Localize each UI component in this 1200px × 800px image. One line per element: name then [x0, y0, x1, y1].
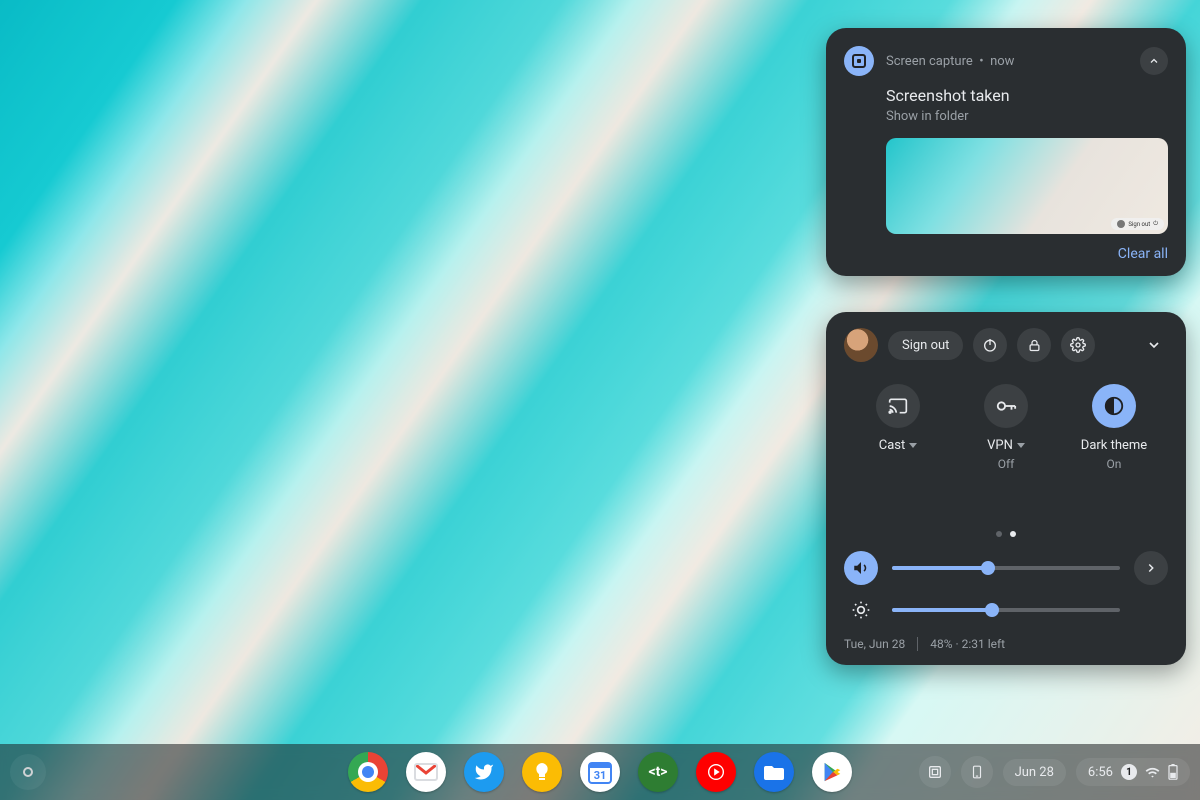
thumbnail-mini-tray: Sign out⏻: [1111, 218, 1164, 230]
brightness-slider[interactable]: [892, 608, 1120, 612]
wifi-icon: [1145, 765, 1160, 780]
quick-settings-panel: Sign out Cast VPN Off: [826, 312, 1186, 665]
play-store-icon[interactable]: [812, 752, 852, 792]
battery-icon: [1168, 764, 1178, 780]
screenshot-thumbnail[interactable]: Sign out⏻: [886, 138, 1168, 234]
qs-battery: 48% · 2:31 left: [930, 637, 1005, 651]
volume-row: [844, 551, 1168, 585]
chrome-icon[interactable]: [348, 752, 388, 792]
svg-text:31: 31: [594, 769, 607, 782]
expand-button[interactable]: [1140, 331, 1168, 359]
qs-date: Tue, Jun 28: [844, 637, 905, 651]
brightness-icon: [844, 593, 878, 627]
tray-time: 6:56: [1088, 765, 1113, 780]
cast-icon: [876, 384, 920, 428]
dark-theme-icon: [1092, 384, 1136, 428]
cast-tile[interactable]: Cast: [848, 384, 948, 471]
dot-separator: •: [979, 54, 983, 69]
code-icon[interactable]: <t>: [638, 752, 678, 792]
notification-source: Screen capture: [886, 54, 973, 69]
calendar-icon[interactable]: 31: [580, 752, 620, 792]
youtube-music-icon[interactable]: [696, 752, 736, 792]
dark-theme-label: Dark theme: [1081, 438, 1147, 453]
caret-icon: [909, 443, 917, 448]
phone-hub-button[interactable]: [961, 756, 993, 788]
vpn-tile[interactable]: VPN Off: [956, 384, 1056, 471]
pager-dot[interactable]: [996, 531, 1002, 537]
files-icon[interactable]: [754, 752, 794, 792]
audio-settings-button[interactable]: [1134, 551, 1168, 585]
volume-slider[interactable]: [892, 566, 1120, 570]
shelf-tray: Jun 28 6:56 1: [919, 756, 1190, 788]
launcher-icon: [23, 767, 33, 777]
lock-button[interactable]: [1017, 328, 1051, 362]
user-avatar[interactable]: [844, 328, 878, 362]
settings-button[interactable]: [1061, 328, 1095, 362]
sign-out-button[interactable]: Sign out: [888, 331, 963, 360]
pager-dot-active[interactable]: [1010, 531, 1016, 537]
vpn-icon: [984, 384, 1028, 428]
clear-all-button[interactable]: Clear all: [844, 246, 1168, 262]
dark-theme-sub: On: [1064, 457, 1164, 471]
dark-theme-tile[interactable]: Dark theme On: [1064, 384, 1164, 471]
vpn-sub: Off: [956, 457, 1056, 471]
brightness-row: [844, 593, 1168, 627]
show-in-folder-link[interactable]: Show in folder: [886, 109, 1168, 124]
tiles-pager[interactable]: [844, 531, 1168, 537]
thumbnail-mini-label: Sign out: [1128, 221, 1150, 228]
notification-title: Screenshot taken: [886, 86, 1168, 105]
twitter-icon[interactable]: [464, 752, 504, 792]
launcher-button[interactable]: [10, 754, 46, 790]
shelf-apps: 31 <t>: [348, 752, 852, 792]
volume-icon[interactable]: [844, 551, 878, 585]
caret-icon: [1017, 443, 1025, 448]
notif-count-badge: 1: [1121, 764, 1137, 780]
keep-icon[interactable]: [522, 752, 562, 792]
collapse-button[interactable]: [1140, 47, 1168, 75]
tray-date: Jun 28: [1015, 765, 1054, 780]
separator: [917, 637, 918, 651]
notification-time: now: [990, 54, 1014, 69]
screen-capture-icon: [844, 46, 874, 76]
status-area[interactable]: Jun 28: [1003, 759, 1066, 786]
shelf: 31 <t> Jun 28 6:56 1: [0, 744, 1200, 800]
screen-capture-button[interactable]: [919, 756, 951, 788]
status-area-right[interactable]: 6:56 1: [1076, 758, 1190, 786]
cast-label: Cast: [879, 438, 906, 453]
vpn-label: VPN: [987, 438, 1013, 453]
notification-source-line: Screen capture • now: [886, 54, 1128, 69]
notification-card: Screen capture • now Screenshot taken Sh…: [826, 28, 1186, 276]
power-button[interactable]: [973, 328, 1007, 362]
gmail-icon[interactable]: [406, 752, 446, 792]
